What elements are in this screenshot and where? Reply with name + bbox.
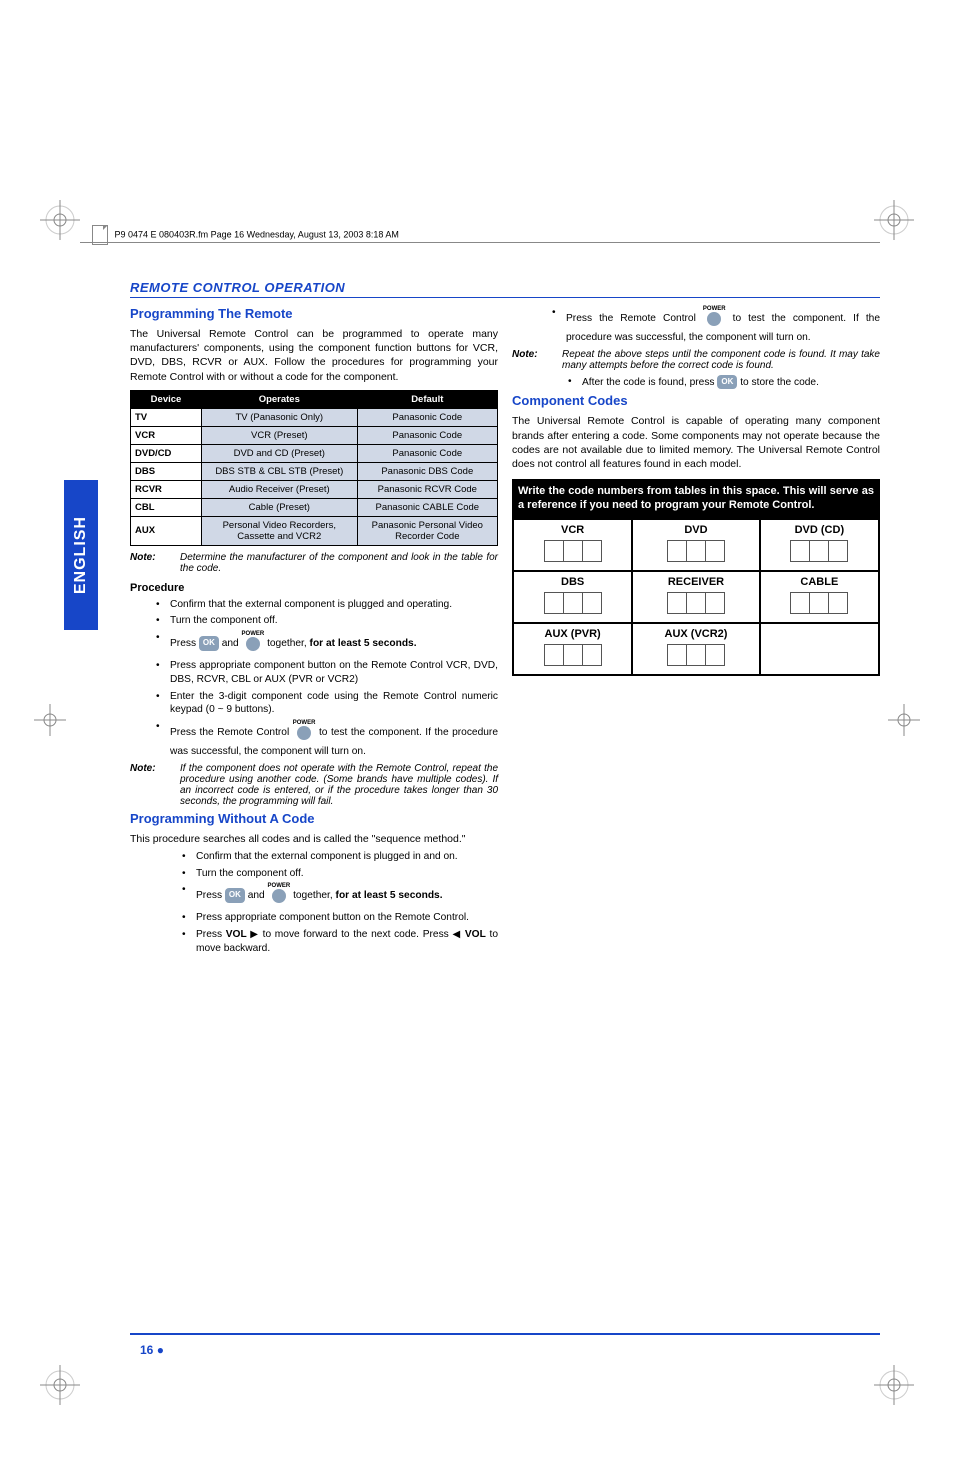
sequence-paragraph: This procedure searches all codes and is… — [130, 832, 498, 846]
reg-mark-icon — [884, 700, 924, 740]
left-column: Programming The Remote The Universal Rem… — [130, 302, 498, 958]
reg-mark-icon — [40, 200, 80, 240]
ok-button-icon: OK — [717, 375, 737, 390]
codes-banner: Write the code numbers from tables in th… — [512, 479, 880, 518]
heading-programming-without-code: Programming Without A Code — [130, 811, 498, 826]
heading-programming-remote: Programming The Remote — [130, 306, 498, 321]
power-button-icon: POWER — [268, 883, 291, 908]
right-top-list: Press the Remote Control POWER to test t… — [512, 306, 880, 345]
reg-mark-icon — [874, 200, 914, 240]
left-arrow-icon: ◀ — [452, 929, 461, 940]
right-column: Press the Remote Control POWER to test t… — [512, 302, 880, 958]
component-codes-paragraph: The Universal Remote Control is capable … — [512, 414, 880, 471]
right-note: Note: Repeat the above steps until the c… — [512, 349, 880, 371]
device-table: Device Operates Default TVTV (Panasonic … — [130, 390, 498, 546]
procedure2-list: Confirm that the external component is p… — [130, 850, 498, 956]
procedure-list: Confirm that the external component is p… — [130, 598, 498, 759]
power-button-icon: POWER — [703, 306, 726, 331]
header-rule — [80, 242, 880, 243]
intro-paragraph: The Universal Remote Control can be prog… — [130, 327, 498, 384]
ok-button-icon: OK — [199, 636, 219, 651]
note-2: Note: If the component does not operate … — [130, 763, 498, 807]
reg-mark-icon — [874, 1365, 914, 1405]
reg-mark-icon — [40, 1365, 80, 1405]
right-after-list: After the code is found, press OK to sto… — [512, 375, 880, 390]
right-arrow-icon: ▶ — [250, 929, 259, 940]
ok-button-icon: OK — [225, 888, 245, 903]
power-button-icon: POWER — [293, 720, 316, 745]
reg-mark-icon — [30, 700, 70, 740]
note-1: Note: Determine the manufacturer of the … — [130, 552, 498, 574]
section-header: REMOTE CONTROL OPERATION — [130, 280, 880, 298]
language-tab: ENGLISH — [64, 480, 98, 630]
page-number: 16 ● — [140, 1343, 164, 1357]
procedure-heading: Procedure — [130, 582, 498, 594]
codes-table: VCR DVD DVD (CD) DBS RECEIVER CABLE AUX … — [512, 518, 880, 676]
footer-rule — [130, 1333, 880, 1335]
power-button-icon: POWER — [242, 631, 265, 656]
heading-component-codes: Component Codes — [512, 393, 880, 408]
